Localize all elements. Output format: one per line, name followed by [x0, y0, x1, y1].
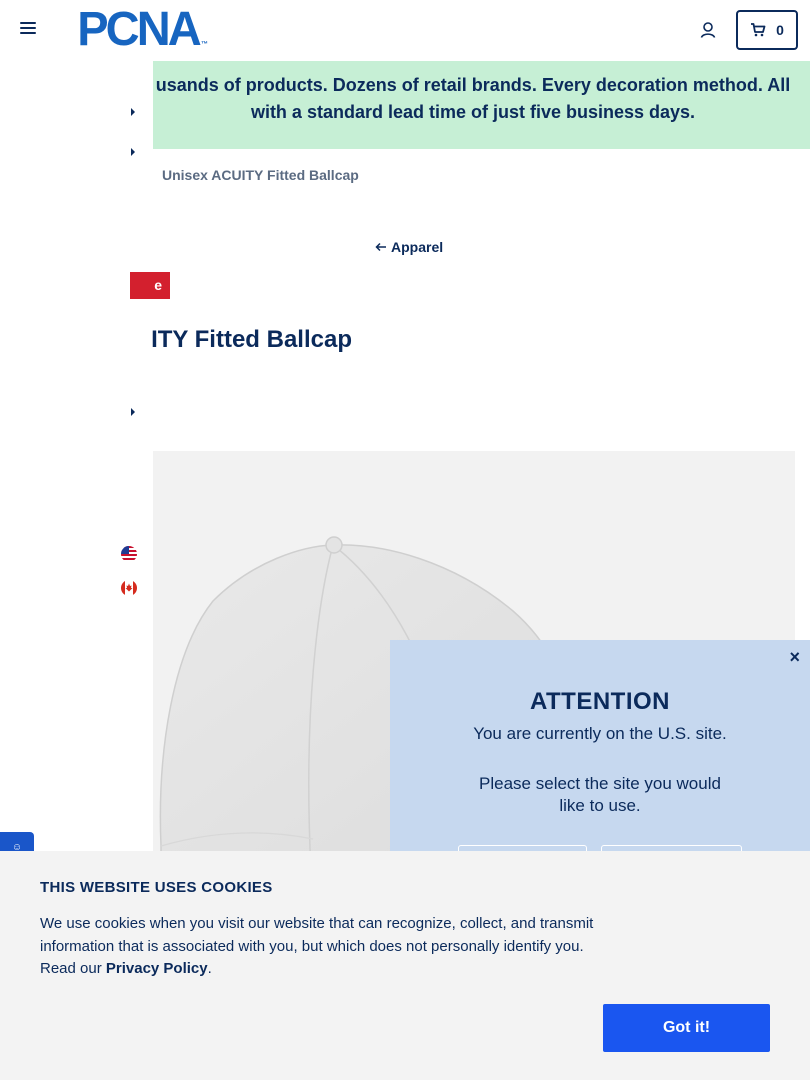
cart-count: 0 — [776, 22, 784, 38]
site-select-modal: × ATTENTION You are currently on the U.S… — [390, 640, 810, 881]
privacy-policy-link[interactable]: Privacy Policy — [106, 960, 208, 977]
product-title: ITY Fitted Ballcap — [151, 326, 352, 353]
promo-line-1: usands of products. Dozens of retail bra… — [155, 75, 791, 95]
logo-trademark: ™ — [201, 41, 209, 48]
pcna-logo[interactable]: PCNA ™ — [76, 3, 209, 56]
back-to-category-link[interactable]: Apparel — [375, 239, 443, 255]
cart-button[interactable]: 0 — [736, 10, 798, 50]
back-link-label: Apparel — [391, 239, 444, 255]
us-flag-icon[interactable] — [121, 546, 137, 562]
cart-icon — [751, 23, 766, 37]
logo-text: PCNA — [77, 3, 201, 56]
canada-flag-icon[interactable] — [121, 580, 137, 596]
caret-right-icon[interactable] — [129, 407, 137, 417]
modal-title: ATTENTION — [529, 688, 671, 715]
modal-message: You are currently on the U.S. site. — [473, 724, 727, 743]
breadcrumb-current[interactable]: Unisex ACUITY Fitted Ballcap — [162, 167, 359, 183]
arrow-left-icon — [375, 242, 386, 252]
caret-right-icon[interactable] — [129, 107, 137, 117]
user-icon[interactable] — [700, 21, 716, 39]
caret-right-icon[interactable] — [129, 147, 137, 157]
cookie-title: THIS WEBSITE USES COOKIES — [40, 879, 273, 896]
cookie-body: We use cookies when you visit our websit… — [40, 913, 610, 981]
promo-banner: usands of products. Dozens of retail bra… — [153, 61, 810, 149]
hamburger-icon[interactable] — [20, 22, 36, 36]
accept-cookies-button[interactable]: Got it! — [603, 1004, 770, 1052]
promo-line-2: with a standard lead time of just five b… — [250, 102, 696, 122]
close-icon[interactable]: × — [789, 648, 800, 666]
promo-banner-text: usands of products. Dozens of retail bra… — [143, 72, 803, 126]
sale-badge: e — [130, 272, 170, 299]
modal-prompt: Please select the site you would like to… — [479, 774, 721, 815]
cookie-banner: THIS WEBSITE USES COOKIES We use cookies… — [0, 851, 810, 1080]
site-header: PCNA ™ 0 — [0, 0, 810, 61]
cookie-text-end: . — [207, 960, 212, 977]
